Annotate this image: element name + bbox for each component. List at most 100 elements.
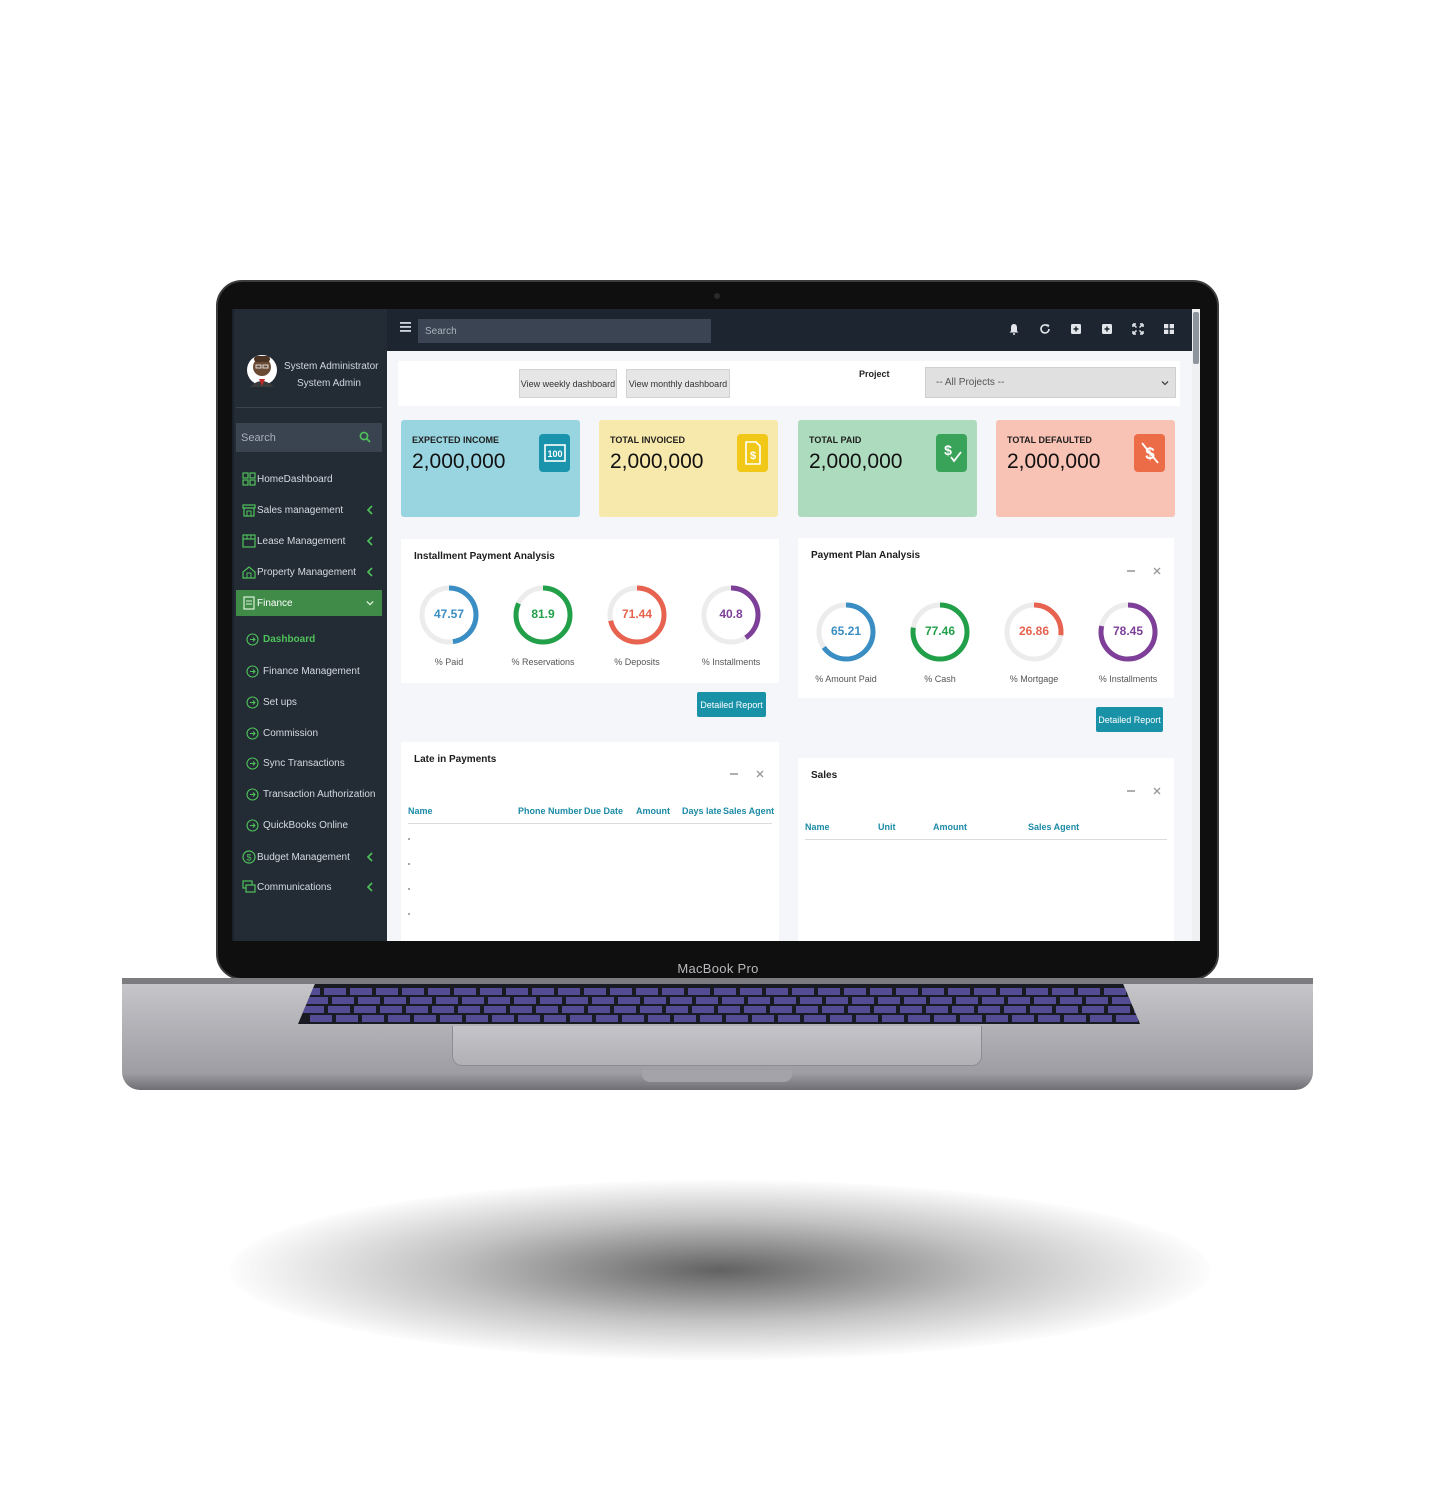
- detailed-report-button[interactable]: Detailed Report: [697, 692, 766, 717]
- close-icon[interactable]: [1152, 566, 1162, 576]
- user-panel[interactable]: System Administrator System Admin: [246, 353, 386, 399]
- key-row: [302, 1006, 1140, 1013]
- donut-value: 65.21: [830, 624, 862, 638]
- shop-icon: [242, 534, 256, 548]
- donut-chart: 77.46: [908, 600, 972, 664]
- sidebar-sub-commission[interactable]: Commission: [244, 723, 382, 745]
- sidebar-sub-transaction-authorization[interactable]: Transaction Authorization: [244, 784, 382, 806]
- sidebar-item-label: Sales management: [257, 504, 344, 516]
- sidebar-sub-finance-management[interactable]: Finance Management: [244, 661, 382, 683]
- minimize-icon[interactable]: [729, 769, 739, 779]
- column-header[interactable]: Amount: [933, 822, 967, 832]
- sidebar-item-label: Finance: [257, 597, 293, 609]
- sidebar-item-homedashboard[interactable]: HomeDashboard: [236, 466, 382, 492]
- detailed-report-button[interactable]: Detailed Report: [1096, 707, 1163, 732]
- chevron-left-icon: [366, 567, 373, 577]
- sidebar-sub-label: Set ups: [263, 697, 297, 708]
- donut-value: 26.86: [1018, 624, 1050, 638]
- panel-title: Late in Payments: [414, 754, 497, 765]
- plus-square-icon[interactable]: [1101, 323, 1113, 335]
- bell-icon[interactable]: [1008, 323, 1020, 335]
- stat-card-total-invoiced: TOTAL INVOICED 2,000,000 $: [599, 420, 778, 517]
- sidebar-divider: [236, 407, 382, 408]
- sidebar-sub-dashboard[interactable]: Dashboard: [244, 629, 382, 651]
- menu-icon[interactable]: [400, 322, 411, 332]
- donut-value: 77.46: [924, 624, 956, 638]
- sidebar-item-lease-management[interactable]: Lease Management: [236, 528, 382, 554]
- column-header[interactable]: Unit: [878, 822, 896, 832]
- camera-icon: [714, 293, 720, 299]
- chevron-left-icon: [366, 852, 373, 862]
- sidebar-item-property-management[interactable]: Property Management: [236, 559, 382, 585]
- hundred-bill-icon: 100: [543, 444, 566, 462]
- minimize-icon[interactable]: [1126, 786, 1136, 796]
- laptop-shadow: [230, 1180, 1210, 1360]
- arrow-circle-icon: [246, 633, 259, 646]
- column-header[interactable]: Phone Number: [518, 806, 582, 816]
- arrow-circle-icon: [246, 757, 259, 770]
- page-scrollbar[interactable]: [1192, 309, 1200, 941]
- column-header[interactable]: Name: [408, 806, 433, 816]
- close-icon[interactable]: [1152, 786, 1162, 796]
- donut-label: % Mortgage: [1009, 674, 1059, 684]
- view-monthly-button[interactable]: View monthly dashboard: [626, 369, 730, 398]
- sidebar-sub-label: Finance Management: [263, 666, 360, 677]
- fullscreen-icon[interactable]: [1132, 323, 1144, 335]
- arrow-circle-icon: [246, 788, 259, 801]
- sales-panel: Sales Name Unit Amount Sales Agent: [798, 758, 1174, 941]
- laptop-base: [122, 978, 1313, 1090]
- column-header[interactable]: Due Date: [584, 806, 623, 816]
- chat-icon: [242, 880, 256, 893]
- search-icon[interactable]: [359, 431, 371, 443]
- arrow-circle-icon: [246, 819, 259, 832]
- lid-notch: [642, 1070, 792, 1082]
- sidebar-item-finance[interactable]: Finance: [236, 590, 382, 616]
- top-search-input[interactable]: [418, 319, 711, 343]
- sidebar-sub-label: QuickBooks Online: [263, 820, 349, 831]
- chevron-down-icon: [366, 600, 374, 606]
- column-header[interactable]: Name: [805, 822, 830, 832]
- panel-title: Sales: [811, 770, 838, 781]
- sidebar-sub-label: Commission: [263, 728, 319, 739]
- column-header[interactable]: Sales Agent: [723, 806, 774, 816]
- sidebar-item-label: Lease Management: [257, 535, 346, 547]
- donut-label: % Deposits: [614, 657, 660, 667]
- property-icon: [242, 566, 256, 579]
- stat-card-expected-income: EXPECTED INCOME 2,000,000 100: [401, 420, 580, 517]
- close-icon[interactable]: [755, 769, 765, 779]
- column-header[interactable]: Days late: [682, 806, 722, 816]
- chevron-left-icon: [366, 882, 373, 892]
- arrow-circle-icon: [246, 665, 259, 678]
- dollar-check-icon: $: [944, 442, 962, 463]
- table-row: [408, 838, 410, 840]
- table-row: [408, 913, 410, 915]
- store-icon: [242, 504, 256, 517]
- minimize-icon[interactable]: [1126, 566, 1136, 576]
- plus-square-icon[interactable]: [1070, 323, 1082, 335]
- donut-chart: 81.9: [511, 583, 575, 647]
- installment-analysis-footer: Detailed Report: [401, 683, 779, 727]
- donut-value: 40.8: [719, 607, 743, 621]
- column-header[interactable]: Amount: [636, 806, 670, 816]
- sidebar-item-communications[interactable]: Communications: [236, 874, 382, 900]
- scrollbar-thumb[interactable]: [1193, 312, 1199, 364]
- view-weekly-button[interactable]: View weekly dashboard: [519, 369, 617, 398]
- stat-title: TOTAL DEFAULTED: [1007, 435, 1092, 445]
- sidebar-sub-set-ups[interactable]: Set ups: [244, 692, 382, 714]
- donut-value: 78.45: [1112, 624, 1144, 638]
- arrow-circle-icon: [246, 696, 259, 709]
- project-select[interactable]: -- All Projects --: [925, 367, 1176, 398]
- sidebar-sub-quickbooks-online[interactable]: QuickBooks Online: [244, 815, 382, 837]
- refresh-icon[interactable]: [1039, 323, 1051, 335]
- device-brand-label: MacBook Pro: [677, 961, 759, 976]
- sidebar-item-budget-management[interactable]: $ Budget Management: [236, 844, 382, 870]
- apps-grid-icon[interactable]: [1163, 323, 1175, 335]
- column-header[interactable]: Sales Agent: [1028, 822, 1079, 832]
- donut-label: % Amount Paid: [815, 674, 877, 684]
- panel-title: Payment Plan Analysis: [811, 550, 921, 561]
- sidebar-item-sales-management[interactable]: Sales management: [236, 497, 382, 523]
- sidebar-sub-sync-transactions[interactable]: Sync Transactions: [244, 753, 382, 775]
- finance-doc-icon: [243, 596, 255, 610]
- stat-value: 2,000,000: [412, 450, 506, 473]
- donut-chart: 40.8: [699, 583, 763, 647]
